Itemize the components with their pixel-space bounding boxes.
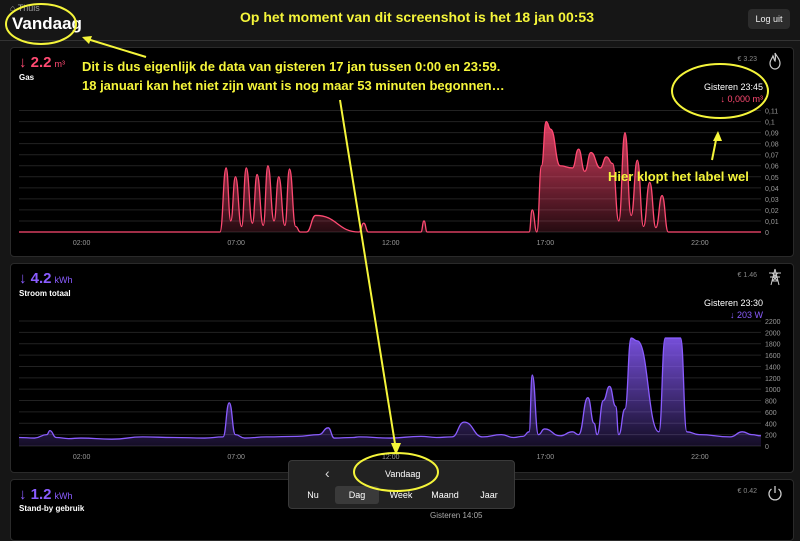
standby-headline: ↓ 1.2 kWh — [19, 486, 73, 503]
x-tick-label: 02:00 — [73, 454, 91, 461]
y-tick-label: 0 — [765, 230, 769, 237]
annotation-line-1: Dit is dus eigenlijk de data van gistere… — [82, 59, 501, 74]
tab-nu[interactable]: Nu — [291, 486, 335, 504]
y-tick-label: 0,09 — [765, 131, 779, 138]
y-tick-label: 1200 — [765, 376, 781, 383]
header-divider — [0, 40, 800, 41]
y-tick-label: 2000 — [765, 330, 781, 337]
y-tick-label: 200 — [765, 433, 777, 440]
y-tick-label: 0,06 — [765, 164, 779, 171]
y-tick-label: 0,08 — [765, 142, 779, 149]
breadcrumb[interactable]: ⌂ Thuis — [10, 3, 40, 13]
tab-dag[interactable]: Dag — [335, 486, 379, 504]
page-title: Vandaag — [12, 14, 82, 33]
y-tick-label: 1800 — [765, 342, 781, 349]
annotation-label-correct: Hier klopt het label wel — [608, 169, 749, 184]
tab-maand[interactable]: Maand — [423, 486, 467, 504]
x-tick-label: 02:00 — [73, 240, 91, 247]
standby-partial-text: Gisteren 14:05 — [430, 511, 483, 520]
y-tick-label: 0,1 — [765, 120, 775, 127]
power-chart[interactable]: 2200200018001600140012001000800600400200… — [11, 264, 793, 472]
y-tick-label: 0,01 — [765, 219, 779, 226]
period-label: Vandaag — [385, 469, 421, 479]
x-tick-label: 07:00 — [227, 454, 245, 461]
y-tick-label: 0 — [765, 444, 769, 451]
x-tick-label: 22:00 — [691, 240, 709, 247]
y-tick-label: 0,04 — [765, 186, 779, 193]
annotation-line-2: 18 januari kan het niet zijn want is nog… — [82, 78, 505, 93]
y-tick-label: 0,11 — [765, 109, 778, 116]
period-tabs: Nu Dag Week Maand Jaar — [291, 486, 511, 504]
logout-button[interactable]: Log uit — [748, 9, 790, 29]
y-tick-label: 2200 — [765, 319, 781, 326]
y-tick-label: 1600 — [765, 353, 781, 360]
x-tick-label: 17:00 — [537, 240, 555, 247]
annotation-banner: Op het moment van dit screenshot is het … — [240, 9, 594, 25]
y-tick-label: 0,05 — [765, 175, 779, 182]
x-tick-label: 07:00 — [227, 240, 245, 247]
x-tick-label: 17:00 — [537, 454, 555, 461]
y-tick-label: 0,03 — [765, 197, 779, 204]
period-selector: ‹ Vandaag Nu Dag Week Maand Jaar — [288, 460, 515, 509]
x-tick-label: 22:00 — [691, 454, 709, 461]
x-tick-label: 12:00 — [382, 240, 400, 247]
standby-value: ↓ 1.2 — [19, 486, 52, 503]
tab-week[interactable]: Week — [379, 486, 423, 504]
standby-unit: kWh — [54, 491, 73, 501]
series-area — [19, 338, 761, 446]
tab-jaar[interactable]: Jaar — [467, 486, 511, 504]
y-tick-label: 1000 — [765, 387, 781, 394]
standby-label: Stand-by gebruik — [19, 504, 85, 513]
y-tick-label: 800 — [765, 399, 777, 406]
y-tick-label: 0,02 — [765, 208, 779, 215]
chevron-left-icon[interactable]: ‹ — [325, 465, 330, 481]
standby-cost: € 0.42 — [737, 488, 757, 495]
y-tick-label: 400 — [765, 421, 777, 428]
top-bar: ⌂ Thuis Vandaag Op het moment van dit sc… — [0, 0, 800, 40]
power-button-icon — [768, 486, 782, 501]
y-tick-label: 600 — [765, 410, 777, 417]
power-card[interactable]: ↓ 4.2 kWh Stroom totaal € 1.46 Gisteren 2… — [10, 263, 794, 473]
y-tick-label: 1400 — [765, 364, 781, 371]
y-tick-label: 0,07 — [765, 153, 779, 160]
